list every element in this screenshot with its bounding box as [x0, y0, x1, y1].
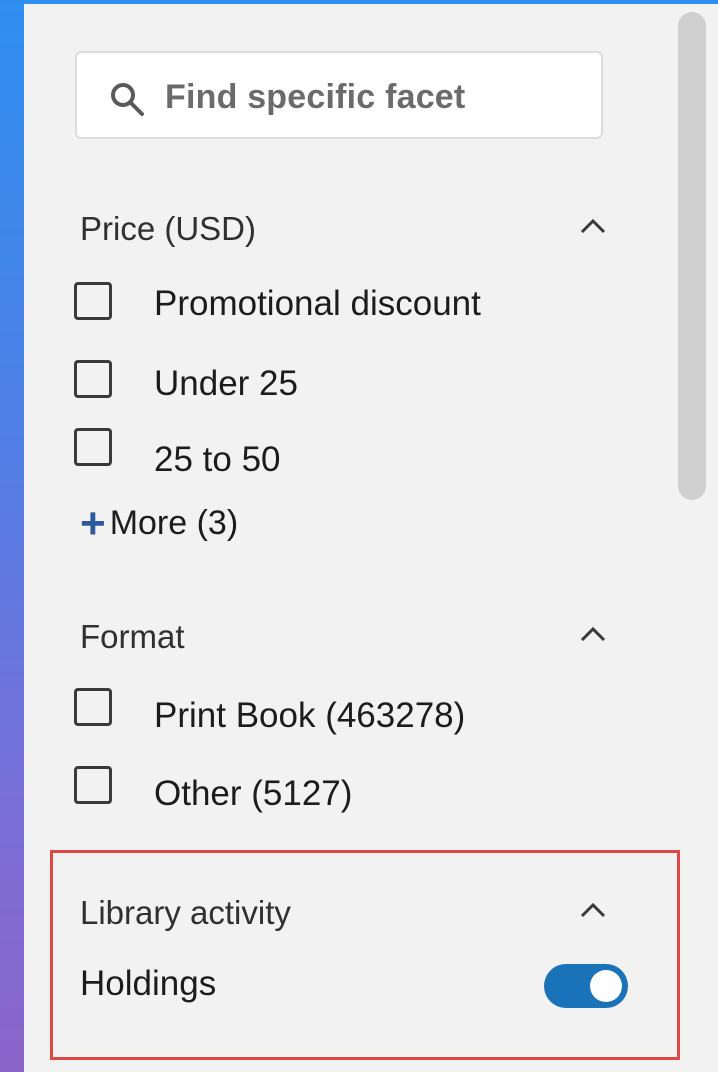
facet-option-promotional-discount[interactable]: Promotional discount [74, 282, 594, 332]
facet-panel: Find specific facet Price (USD) Promotio… [24, 4, 718, 1072]
chevron-up-icon[interactable] [576, 622, 610, 644]
option-label: Promotional discount [154, 284, 481, 323]
facet-search-input[interactable]: Find specific facet [75, 51, 603, 139]
chevron-up-icon[interactable] [576, 898, 610, 920]
more-label: More (3) [109, 504, 239, 542]
checkbox[interactable] [74, 688, 112, 726]
option-label: Print Book (463278) [154, 696, 466, 735]
holdings-label: Holdings [80, 964, 217, 1003]
holdings-toggle[interactable] [544, 964, 628, 1008]
search-icon [111, 83, 144, 116]
checkbox[interactable] [74, 360, 112, 398]
checkbox[interactable] [74, 428, 112, 466]
plus-icon: + [80, 498, 106, 548]
facet-option-other[interactable]: Other (5127) [74, 766, 594, 816]
facet-option-print-book[interactable]: Print Book (463278) [74, 688, 594, 738]
toggle-knob [590, 970, 622, 1002]
section-title-price: Price (USD) [80, 210, 257, 247]
scrollbar-thumb[interactable] [678, 12, 706, 500]
chevron-up-icon[interactable] [576, 214, 610, 236]
section-title-library-activity: Library activity [80, 894, 291, 931]
facet-option-under-25[interactable]: Under 25 [74, 360, 594, 410]
facet-option-25-to-50[interactable]: 25 to 50 [74, 428, 594, 479]
checkbox[interactable] [74, 282, 112, 320]
more-link[interactable]: + More (3) [80, 498, 239, 548]
section-title-format: Format [80, 618, 185, 655]
option-label: 25 to 50 [154, 440, 281, 479]
search-placeholder: Find specific facet [165, 78, 466, 116]
checkbox[interactable] [74, 766, 112, 804]
option-label: Under 25 [154, 364, 298, 403]
library-activity-highlight [50, 850, 680, 1060]
option-label: Other (5127) [154, 774, 353, 813]
